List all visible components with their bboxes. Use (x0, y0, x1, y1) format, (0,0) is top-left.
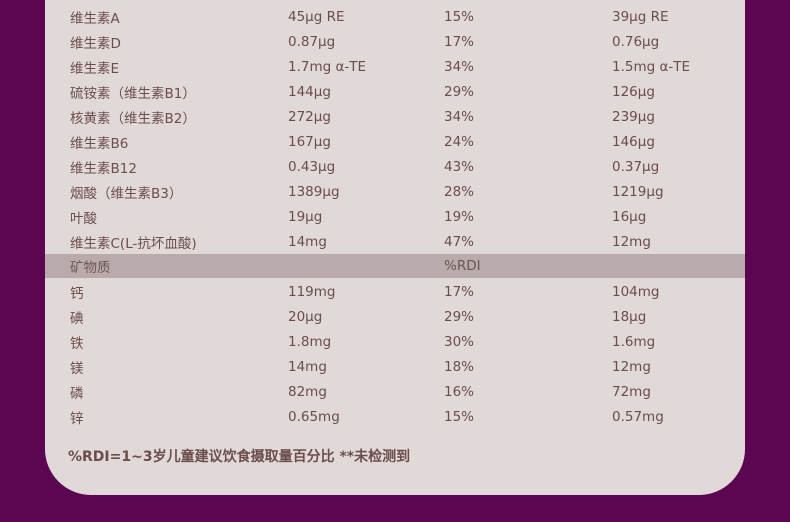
amount-per-serving: 39μg RE (612, 8, 669, 25)
rdi-percent: 18% (444, 358, 475, 375)
table-row: 磷 82mg 16% 72mg (45, 379, 745, 404)
table-row: 维生素D 0.87μg 17% 0.76μg (45, 29, 745, 54)
nutrient-name: 核黄素（维生素B2） (70, 110, 196, 127)
rdi-percent: 24% (444, 133, 475, 150)
nutrient-name: 维生素B12 (70, 160, 137, 177)
rdi-percent: 16% (444, 383, 475, 400)
amount-per-100g: 14mg (288, 358, 327, 375)
amount-per-serving: 0.76μg (612, 33, 660, 50)
table-row: 维生素A 45μg RE 15% 39μg RE (45, 4, 745, 29)
nutrient-name: 磷 (70, 385, 84, 402)
nutrient-name: 维生素D (70, 35, 121, 52)
minerals-header-label: 矿物质 (70, 260, 111, 276)
minerals-header-row: 矿物质 %RDI (45, 254, 745, 278)
amount-per-serving: 12mg (612, 233, 651, 250)
table-row: 铁 1.8mg 30% 1.6mg (45, 329, 745, 354)
amount-per-100g: 45μg RE (288, 8, 345, 25)
table-row: 叶酸 19μg 19% 16μg (45, 204, 745, 229)
amount-per-100g: 1.7mg α-TE (288, 58, 367, 75)
amount-per-serving: 12mg (612, 358, 651, 375)
rdi-percent: 29% (444, 83, 475, 100)
table-row: 核黄素（维生素B2） 272μg 34% 239μg (45, 104, 745, 129)
amount-per-serving: 104mg (612, 283, 660, 300)
nutrient-name: 维生素E (70, 60, 120, 77)
footnote: %RDI=1~3岁儿童建议饮食摄取量百分比 **未检测到 (68, 449, 411, 465)
amount-per-100g: 0.43μg (288, 158, 336, 175)
rdi-percent: 17% (444, 33, 475, 50)
amount-per-serving: 16μg (612, 208, 647, 225)
amount-per-100g: 82mg (288, 383, 327, 400)
amount-per-100g: 144μg (288, 83, 331, 100)
rdi-percent: 30% (444, 333, 475, 350)
nutrient-name: 硫铵素（维生素B1） (70, 85, 196, 102)
table-row: 维生素B12 0.43μg 43% 0.37μg (45, 154, 745, 179)
rdi-percent: 43% (444, 158, 475, 175)
amount-per-serving: 72mg (612, 383, 651, 400)
amount-per-serving: 239μg (612, 108, 655, 125)
table-row: 硫铵素（维生素B1） 144μg 29% 126μg (45, 79, 745, 104)
amount-per-serving: 146μg (612, 133, 655, 150)
table-row: 锌 0.65mg 15% 0.57mg (45, 404, 745, 429)
nutrient-name: 维生素A (70, 10, 120, 27)
amount-per-100g: 1389μg (288, 183, 340, 200)
rdi-percent: 19% (444, 208, 475, 225)
amount-per-100g: 0.87μg (288, 33, 336, 50)
amount-per-serving: 0.37μg (612, 158, 660, 175)
amount-per-100g: 20μg (288, 308, 323, 325)
nutrient-name: 钙 (70, 285, 84, 302)
amount-per-serving: 126μg (612, 83, 655, 100)
rdi-percent: 28% (444, 183, 475, 200)
amount-per-serving: 1.6mg (612, 333, 656, 350)
nutrient-name: 维生素C(L-抗坏血酸) (70, 235, 197, 252)
nutrient-name: 叶酸 (70, 210, 97, 227)
amount-per-100g: 119mg (288, 283, 336, 300)
table-row: 钙 119mg 17% 104mg (45, 279, 745, 304)
amount-per-100g: 272μg (288, 108, 331, 125)
nutrient-name: 锌 (70, 410, 84, 427)
amount-per-serving: 18μg (612, 308, 647, 325)
rdi-percent: 15% (444, 8, 475, 25)
rdi-percent: 17% (444, 283, 475, 300)
nutrient-name: 烟酸（维生素B3） (70, 185, 183, 202)
rdi-header-label: %RDI (444, 258, 481, 274)
nutrient-name: 维生素B6 (70, 135, 129, 152)
table-row: 镁 14mg 18% 12mg (45, 354, 745, 379)
amount-per-serving: 0.57mg (612, 408, 664, 425)
amount-per-100g: 19μg (288, 208, 323, 225)
nutrient-name: 碘 (70, 310, 84, 327)
rdi-percent: 29% (444, 308, 475, 325)
rdi-percent: 47% (444, 233, 475, 250)
table-row: 烟酸（维生素B3） 1389μg 28% 1219μg (45, 179, 745, 204)
amount-per-serving: 1219μg (612, 183, 664, 200)
table-row: 碘 20μg 29% 18μg (45, 304, 745, 329)
nutrient-name: 镁 (70, 360, 84, 377)
table-row: 维生素C(L-抗坏血酸) 14mg 47% 12mg (45, 229, 745, 254)
table-row: 维生素E 1.7mg α-TE 34% 1.5mg α-TE (45, 54, 745, 79)
amount-per-serving: 1.5mg α-TE (612, 58, 691, 75)
rdi-percent: 34% (444, 58, 475, 75)
amount-per-100g: 1.8mg (288, 333, 332, 350)
amount-per-100g: 14mg (288, 233, 327, 250)
nutrient-name: 铁 (70, 335, 84, 352)
table-row: 维生素B6 167μg 24% 146μg (45, 129, 745, 154)
rdi-percent: 34% (444, 108, 475, 125)
amount-per-100g: 167μg (288, 133, 331, 150)
amount-per-100g: 0.65mg (288, 408, 340, 425)
rdi-percent: 15% (444, 408, 475, 425)
